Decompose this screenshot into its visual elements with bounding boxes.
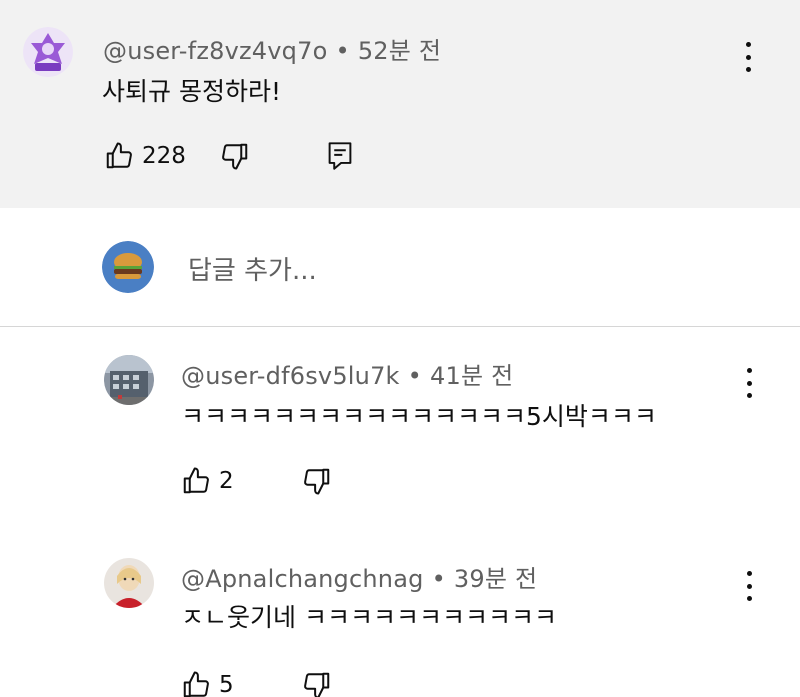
- reply-menu-button[interactable]: [744, 368, 754, 398]
- add-reply-input[interactable]: 답글 추가...: [188, 250, 317, 287]
- like-button[interactable]: [181, 466, 211, 496]
- reply-actions: 2: [181, 466, 332, 496]
- main-comment-actions: 228: [104, 141, 354, 171]
- thumbs-down-icon: [303, 468, 329, 495]
- reply-avatar[interactable]: [104, 355, 154, 405]
- reply-button[interactable]: [326, 141, 354, 171]
- thumbs-up-icon: [183, 467, 209, 494]
- comment-icon: [328, 142, 352, 170]
- reply-header: @user-df6sv5lu7k • 41분 전: [181, 356, 513, 391]
- comment-author[interactable]: @user-fz8vz4vq7o: [103, 37, 327, 65]
- thumbs-down-icon: [222, 143, 248, 170]
- thumbs-down-icon: [303, 672, 329, 697]
- comment-time[interactable]: 52분 전: [358, 37, 441, 65]
- reply-author[interactable]: @Apnalchangchnag: [181, 565, 424, 593]
- main-comment-header: @user-fz8vz4vq7o • 52분 전: [103, 31, 441, 66]
- dislike-button[interactable]: [302, 670, 332, 697]
- current-user-avatar: [102, 241, 154, 293]
- dot: [746, 368, 752, 373]
- divider: [0, 326, 800, 327]
- dot: [746, 596, 752, 601]
- meta-separator: •: [335, 37, 350, 65]
- dislike-button[interactable]: [302, 466, 332, 496]
- reply-text: ㅋㅋㅋㅋㅋㅋㅋㅋㅋㅋㅋㅋㅋㅋㅋ5시박ㅋㅋㅋ: [181, 402, 657, 431]
- reply-avatar[interactable]: [104, 558, 154, 608]
- comment-menu-button[interactable]: [743, 42, 753, 72]
- thumbs-up-icon: [106, 142, 132, 169]
- like-button[interactable]: [104, 141, 134, 171]
- like-count: 2: [219, 468, 234, 494]
- dot: [746, 583, 752, 589]
- reply-text: ㅈㄴ웃기네 ㅋㅋㅋㅋㅋㅋㅋㅋㅋㅋㅋ: [181, 603, 557, 632]
- reply-menu-button[interactable]: [744, 571, 754, 601]
- dot: [746, 571, 752, 576]
- building-photo-icon: [104, 355, 154, 405]
- dot: [746, 393, 752, 398]
- thumbs-up-icon: [183, 671, 209, 697]
- meta-separator: •: [431, 565, 446, 593]
- comment-text: 사퇴규 몽정하라!: [102, 77, 281, 106]
- dot: [745, 54, 751, 60]
- main-comment: @user-fz8vz4vq7o • 52분 전 사퇴규 몽정하라! 228: [0, 0, 800, 208]
- burger-avatar-icon: [102, 241, 154, 293]
- reply-time[interactable]: 41분 전: [430, 362, 513, 390]
- like-count: 5: [219, 672, 234, 697]
- dot: [745, 42, 751, 47]
- meta-separator: •: [407, 362, 423, 390]
- reply-author[interactable]: @user-df6sv5lu7k: [181, 362, 400, 390]
- like-button[interactable]: [181, 670, 211, 697]
- dot: [745, 67, 751, 72]
- reply-header: @Apnalchangchnag • 39분 전: [181, 559, 537, 594]
- dot: [746, 380, 752, 386]
- main-comment-avatar[interactable]: [23, 27, 73, 77]
- like-count: 228: [142, 143, 186, 169]
- emblem-icon: [23, 27, 73, 77]
- dislike-button[interactable]: [220, 141, 250, 171]
- person-photo-icon: [104, 558, 154, 608]
- reply-actions: 5: [181, 670, 332, 697]
- reply-time[interactable]: 39분 전: [454, 565, 537, 593]
